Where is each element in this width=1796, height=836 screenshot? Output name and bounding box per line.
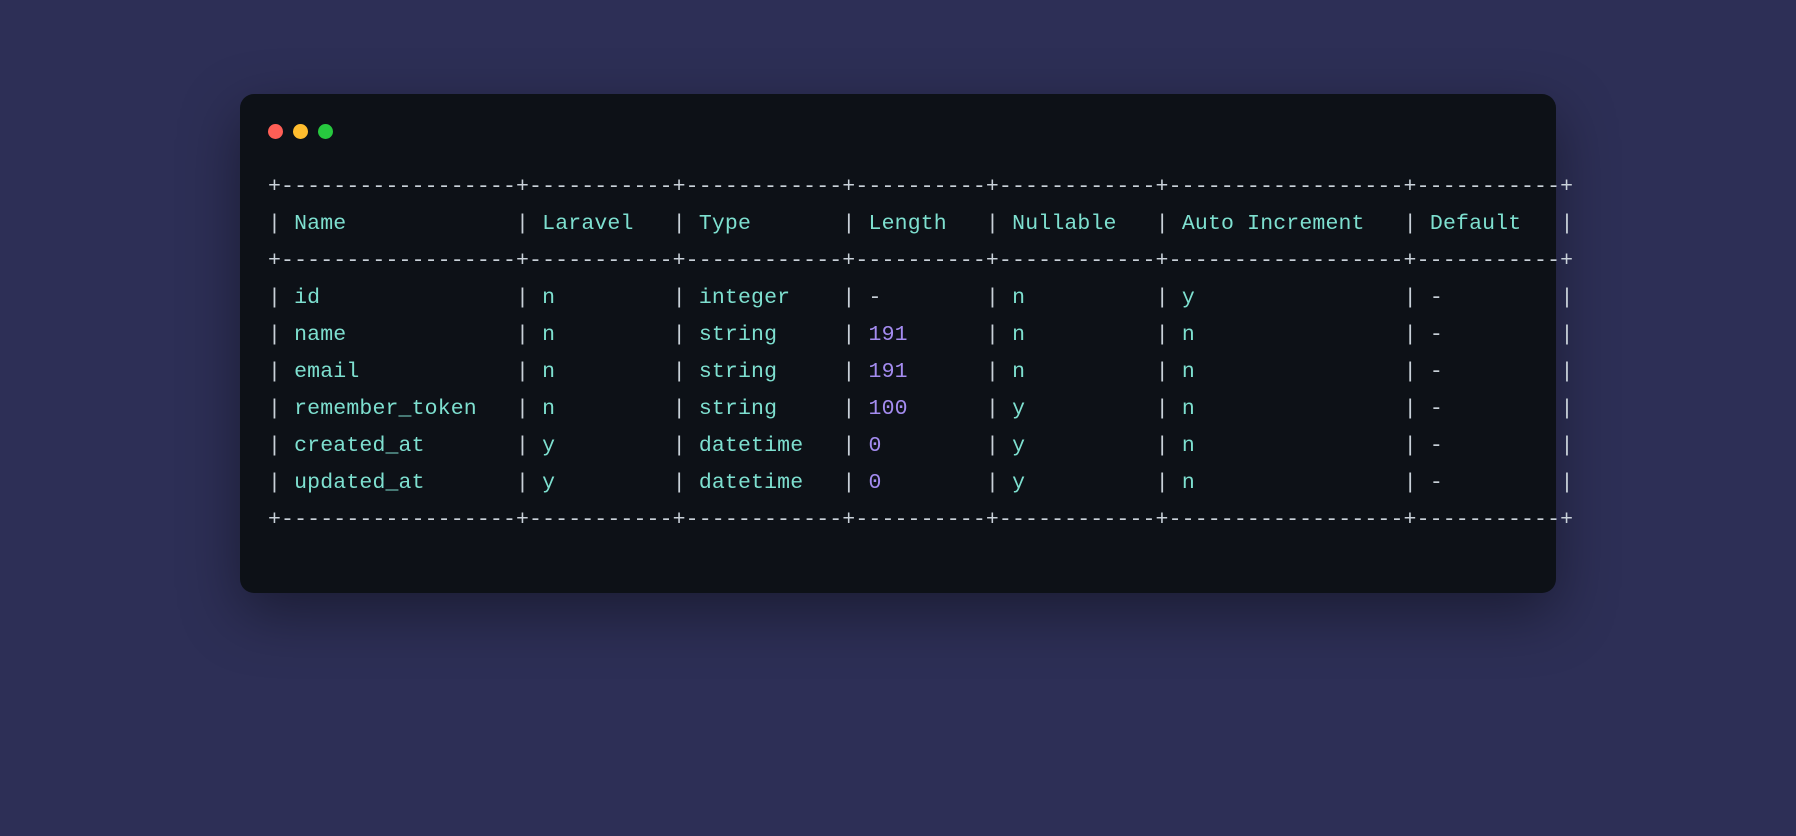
cell-nullable: y: [1012, 397, 1143, 421]
terminal-window: +------------------+-----------+--------…: [240, 94, 1556, 593]
cell-length: 191: [869, 360, 973, 384]
cell-auto-increment: n: [1182, 323, 1391, 347]
cell-default: -: [1430, 360, 1547, 384]
cell-type: string: [699, 397, 830, 421]
column-header: Laravel: [542, 212, 659, 236]
column-header: Length: [869, 212, 973, 236]
cell-length: 100: [869, 397, 973, 421]
cell-nullable: y: [1012, 434, 1143, 458]
column-header: Auto Increment: [1182, 212, 1391, 236]
cell-nullable: n: [1012, 323, 1143, 347]
minimize-icon[interactable]: [293, 124, 308, 139]
cell-auto-increment: n: [1182, 397, 1391, 421]
cell-length: 0: [869, 471, 973, 495]
cell-default: -: [1430, 434, 1547, 458]
cell-name: updated_at: [294, 471, 503, 495]
close-icon[interactable]: [268, 124, 283, 139]
cell-laravel: y: [542, 471, 659, 495]
column-header: Nullable: [1012, 212, 1143, 236]
cell-nullable: n: [1012, 286, 1143, 310]
cell-nullable: n: [1012, 360, 1143, 384]
cell-default: -: [1430, 397, 1547, 421]
cell-type: datetime: [699, 434, 830, 458]
cell-name: remember_token: [294, 397, 503, 421]
cell-laravel: n: [542, 360, 659, 384]
cell-laravel: n: [542, 397, 659, 421]
cell-type: string: [699, 323, 830, 347]
cell-auto-increment: n: [1182, 434, 1391, 458]
cell-default: -: [1430, 286, 1547, 310]
cell-length: 191: [869, 323, 973, 347]
column-header: Name: [294, 212, 503, 236]
maximize-icon[interactable]: [318, 124, 333, 139]
cell-auto-increment: n: [1182, 471, 1391, 495]
cell-length: 0: [869, 434, 973, 458]
cell-name: id: [294, 286, 503, 310]
cell-name: created_at: [294, 434, 503, 458]
cell-type: datetime: [699, 471, 830, 495]
cell-type: string: [699, 360, 830, 384]
cell-default: -: [1430, 323, 1547, 347]
cell-laravel: n: [542, 323, 659, 347]
cell-name: name: [294, 323, 503, 347]
window-titlebar: [240, 120, 1556, 169]
cell-type: integer: [699, 286, 830, 310]
cell-auto-increment: y: [1182, 286, 1391, 310]
cell-laravel: n: [542, 286, 659, 310]
cell-laravel: y: [542, 434, 659, 458]
column-header: Type: [699, 212, 830, 236]
terminal-output: +------------------+-----------+--------…: [240, 169, 1556, 539]
cell-name: email: [294, 360, 503, 384]
cell-auto-increment: n: [1182, 360, 1391, 384]
cell-nullable: y: [1012, 471, 1143, 495]
cell-default: -: [1430, 471, 1547, 495]
column-header: Default: [1430, 212, 1547, 236]
cell-length: -: [869, 286, 973, 310]
